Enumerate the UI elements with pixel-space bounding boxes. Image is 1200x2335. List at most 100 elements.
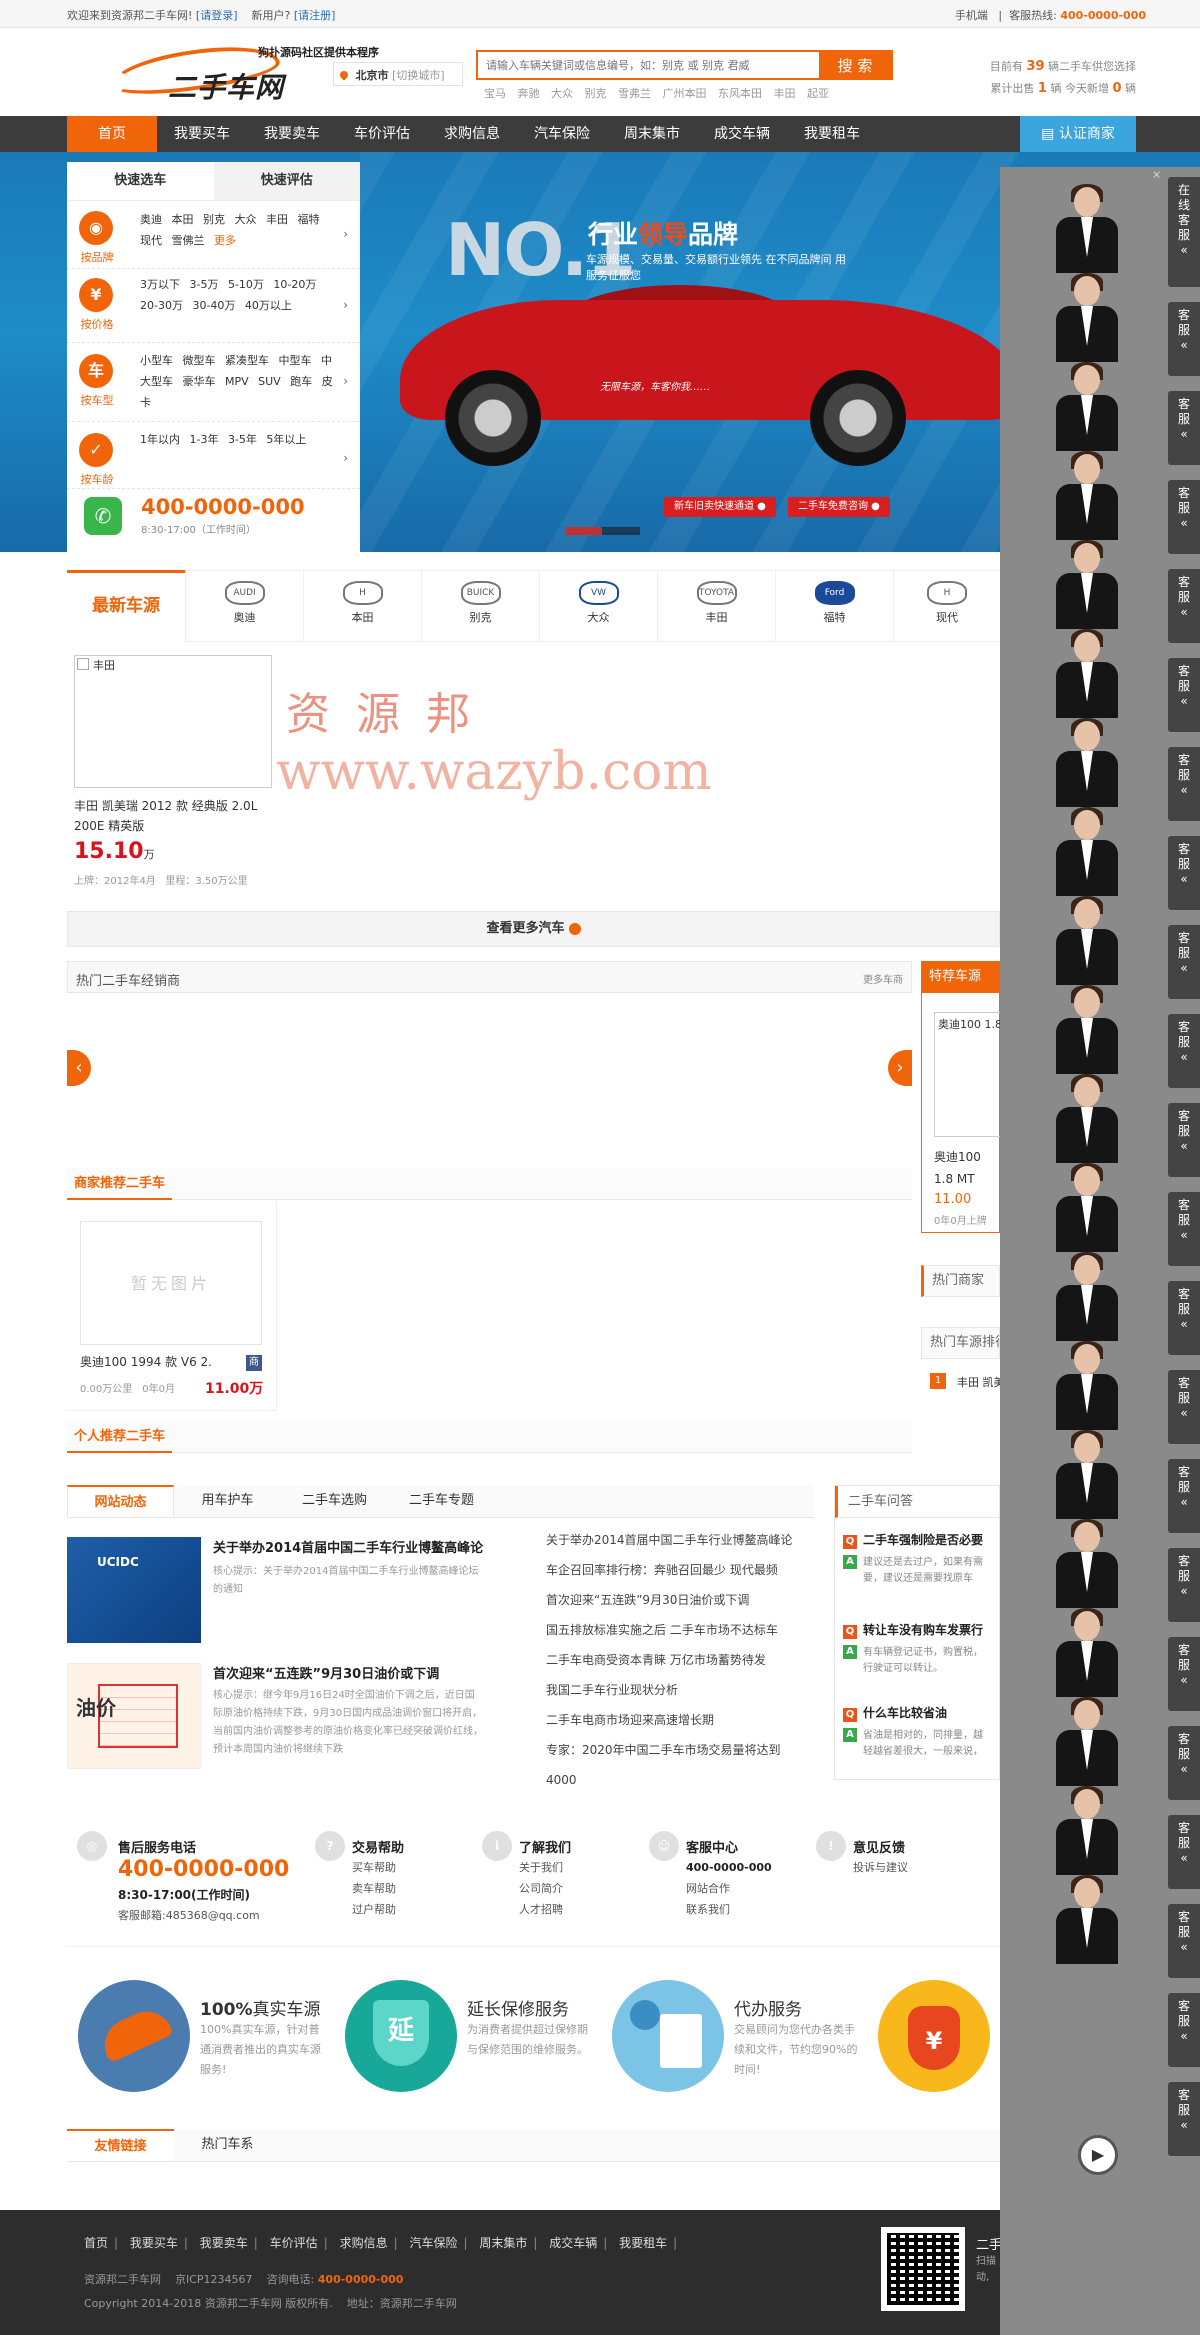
register-link[interactable]: [请注册]: [294, 9, 336, 22]
city-selector[interactable]: 北京市 [切换城市]: [333, 62, 463, 86]
no-image-placeholder[interactable]: 暂无图片: [80, 1221, 262, 1345]
mobile-link[interactable]: 手机端: [955, 9, 988, 22]
customer-service-button[interactable]: 客服 «: [1168, 1726, 1200, 1800]
close-icon[interactable]: ×: [1152, 168, 1161, 181]
footer-link[interactable]: 车价评估: [270, 2236, 318, 2250]
customer-service-button[interactable]: 客服 «: [1168, 480, 1200, 554]
banner-pager[interactable]: [565, 527, 640, 535]
news-headline-2[interactable]: 首次迎来“五连跌”9月30日油价或下调: [213, 1663, 493, 1682]
customer-service-button[interactable]: 客服 «: [1168, 391, 1200, 465]
news-thumb-1[interactable]: UCIDC: [67, 1537, 201, 1643]
chevron-right-icon[interactable]: ›: [343, 451, 348, 465]
customer-service-button[interactable]: 客服 «: [1168, 1281, 1200, 1355]
brand-buick[interactable]: BUICK 别克: [421, 571, 539, 641]
more-brands-link[interactable]: 更多: [214, 234, 236, 247]
agent-avatar[interactable]: [1044, 451, 1134, 540]
play-icon[interactable]: ▶: [1078, 2135, 1118, 2175]
qa-item[interactable]: Q 转让车没有购车发票行 A 有车辆登记证书，购置税，行驶证可以转让。: [843, 1621, 1001, 1680]
help-buy-link[interactable]: 买车帮助: [352, 1857, 396, 1878]
brand-audi[interactable]: AUDI 奥迪: [185, 571, 303, 641]
agent-avatar[interactable]: [1044, 1786, 1134, 1875]
banner-btn-consult[interactable]: 二手车免费咨询 ●: [788, 497, 890, 517]
footer-link[interactable]: 首页: [84, 2236, 108, 2250]
search-button[interactable]: 搜 索: [819, 52, 891, 78]
tab-topics[interactable]: 二手车专题: [388, 1485, 495, 1517]
news-item[interactable]: 国五排放标准实施之后 二手车市场不达标车: [546, 1615, 816, 1645]
agent-avatar[interactable]: [1044, 1875, 1134, 1964]
agent-avatar[interactable]: [1044, 184, 1134, 273]
chevron-right-icon[interactable]: ›: [343, 298, 348, 312]
footer-link[interactable]: 周末集市: [479, 2236, 527, 2250]
agent-avatar[interactable]: [1044, 718, 1134, 807]
company-link[interactable]: 公司简介: [519, 1878, 563, 1899]
agent-avatar[interactable]: [1044, 807, 1134, 896]
tab-car-care[interactable]: 用车护车: [174, 1485, 281, 1517]
customer-service-button[interactable]: 客服 «: [1168, 1815, 1200, 1889]
online-service-button[interactable]: 在线客服 «: [1168, 177, 1200, 287]
customer-service-button[interactable]: 客服 «: [1168, 2082, 1200, 2156]
footer-link[interactable]: 我要租车: [619, 2236, 667, 2250]
customer-service-button[interactable]: 客服 «: [1168, 1993, 1200, 2067]
agent-avatar[interactable]: [1044, 273, 1134, 362]
agent-avatar[interactable]: [1044, 985, 1134, 1074]
agent-avatar[interactable]: [1044, 540, 1134, 629]
jobs-link[interactable]: 人才招聘: [519, 1899, 563, 1920]
qa-item[interactable]: Q什么车比较省油A省油是相对的，同排量，越轻越省差很大，一般来说，排量: [843, 1704, 1001, 1763]
help-sell-link[interactable]: 卖车帮助: [352, 1878, 396, 1899]
nav-sell[interactable]: 我要卖车: [247, 116, 337, 152]
news-item[interactable]: 二手车电商受资本青睐 万亿市场蓄势待发: [546, 1645, 816, 1675]
contact-link[interactable]: 联系我们: [686, 1899, 772, 1920]
agent-avatar[interactable]: [1044, 1163, 1134, 1252]
news-thumb-2[interactable]: 油价: [67, 1663, 201, 1769]
nav-weekend-market[interactable]: 周末集市: [607, 116, 697, 152]
carousel-next-button[interactable]: ›: [888, 1050, 912, 1086]
news-item[interactable]: 二手车电商市场迎来高速增长期: [546, 1705, 816, 1735]
customer-service-button[interactable]: 客服 «: [1168, 747, 1200, 821]
customer-service-button[interactable]: 客服 «: [1168, 1192, 1200, 1266]
tab-quick-valuation[interactable]: 快速评估: [213, 162, 360, 200]
brand-ford[interactable]: Ford 福特: [775, 571, 893, 641]
rank-item[interactable]: 丰田 凯美瑞: [957, 1374, 1000, 1390]
agent-avatar[interactable]: [1044, 1608, 1134, 1697]
agent-avatar[interactable]: [1044, 362, 1134, 451]
nav-wanted[interactable]: 求购信息: [427, 116, 517, 152]
nav-rent[interactable]: 我要租车: [787, 116, 877, 152]
special-car-card[interactable]: 奥迪100 1.8 MT 奥迪100 1.8 MT 11.00 0年0月上牌: [921, 993, 1001, 1233]
agent-avatar[interactable]: [1044, 896, 1134, 985]
merchant-car-name[interactable]: 奥迪100 1994 款 V6 2.: [80, 1353, 212, 1370]
agent-avatar[interactable]: [1044, 1341, 1134, 1430]
filter-options-price[interactable]: 3万以下 3-5万 5-10万 10-20万 20-30万 30-40万 40万…: [140, 274, 335, 316]
brand-hyundai[interactable]: H 现代: [893, 571, 1000, 641]
brand-toyota[interactable]: TOYOTA 丰田: [657, 571, 775, 641]
login-link[interactable]: [请登录]: [196, 9, 238, 22]
hot-keywords[interactable]: 宝马 奔驰 大众 别克 雪弗兰 广州本田 东风本田 丰田 起亚: [484, 85, 829, 101]
customer-service-button[interactable]: 客服 «: [1168, 658, 1200, 732]
qa-item[interactable]: Q二手车强制险是否必要A建议还是去过户，如果有需要，建议还是需要找原车主，因为: [843, 1531, 1001, 1590]
customer-service-button[interactable]: 客服 «: [1168, 1459, 1200, 1533]
brand-honda[interactable]: H 本田: [303, 571, 421, 641]
footer-link[interactable]: 汽车保险: [409, 2236, 457, 2250]
view-more-cars-button[interactable]: 查看更多汽车: [67, 911, 1000, 947]
news-headline-1[interactable]: 关于举办2014首届中国二手车行业博鳌高峰论: [213, 1537, 493, 1556]
carousel-prev-button[interactable]: ‹: [67, 1050, 91, 1086]
agent-avatar[interactable]: [1044, 1519, 1134, 1608]
nav-sold[interactable]: 成交车辆: [697, 116, 787, 152]
customer-service-button[interactable]: 客服 «: [1168, 302, 1200, 376]
more-dealers-link[interactable]: 更多车商: [863, 971, 903, 986]
help-transfer-link[interactable]: 过户帮助: [352, 1899, 396, 1920]
listing-title[interactable]: 丰田 凯美瑞 2012 款 经典版 2.0L 200E 精英版: [74, 796, 284, 836]
nav-insurance[interactable]: 汽车保险: [517, 116, 607, 152]
logo[interactable]: 二手车网: [168, 66, 284, 106]
certified-dealer-button[interactable]: ▤ 认证商家: [1020, 116, 1136, 152]
listing-image[interactable]: 丰田: [74, 655, 272, 788]
customer-service-button[interactable]: 客服 «: [1168, 1103, 1200, 1177]
filter-options-brand[interactable]: 奥迪 本田 别克 大众 丰田 福特 现代 雪佛兰 更多: [140, 209, 335, 251]
filter-options-age[interactable]: 1年以内 1-3年 3-5年 5年以上: [140, 429, 335, 450]
latest-cars-title[interactable]: 最新车源: [67, 570, 185, 642]
news-item[interactable]: 关于举办2014首届中国二手车行业博鳌高峰论: [546, 1525, 816, 1555]
search-input[interactable]: [478, 52, 818, 78]
partner-link[interactable]: 网站合作: [686, 1878, 772, 1899]
filter-options-type[interactable]: 小型车 微型车 紧凑型车 中型车 中大型车 豪华车 MPV SUV 跑车 皮卡: [140, 350, 335, 413]
tab-buying-guide[interactable]: 二手车选购: [281, 1485, 388, 1517]
complaint-link[interactable]: 投诉与建议: [853, 1857, 908, 1878]
